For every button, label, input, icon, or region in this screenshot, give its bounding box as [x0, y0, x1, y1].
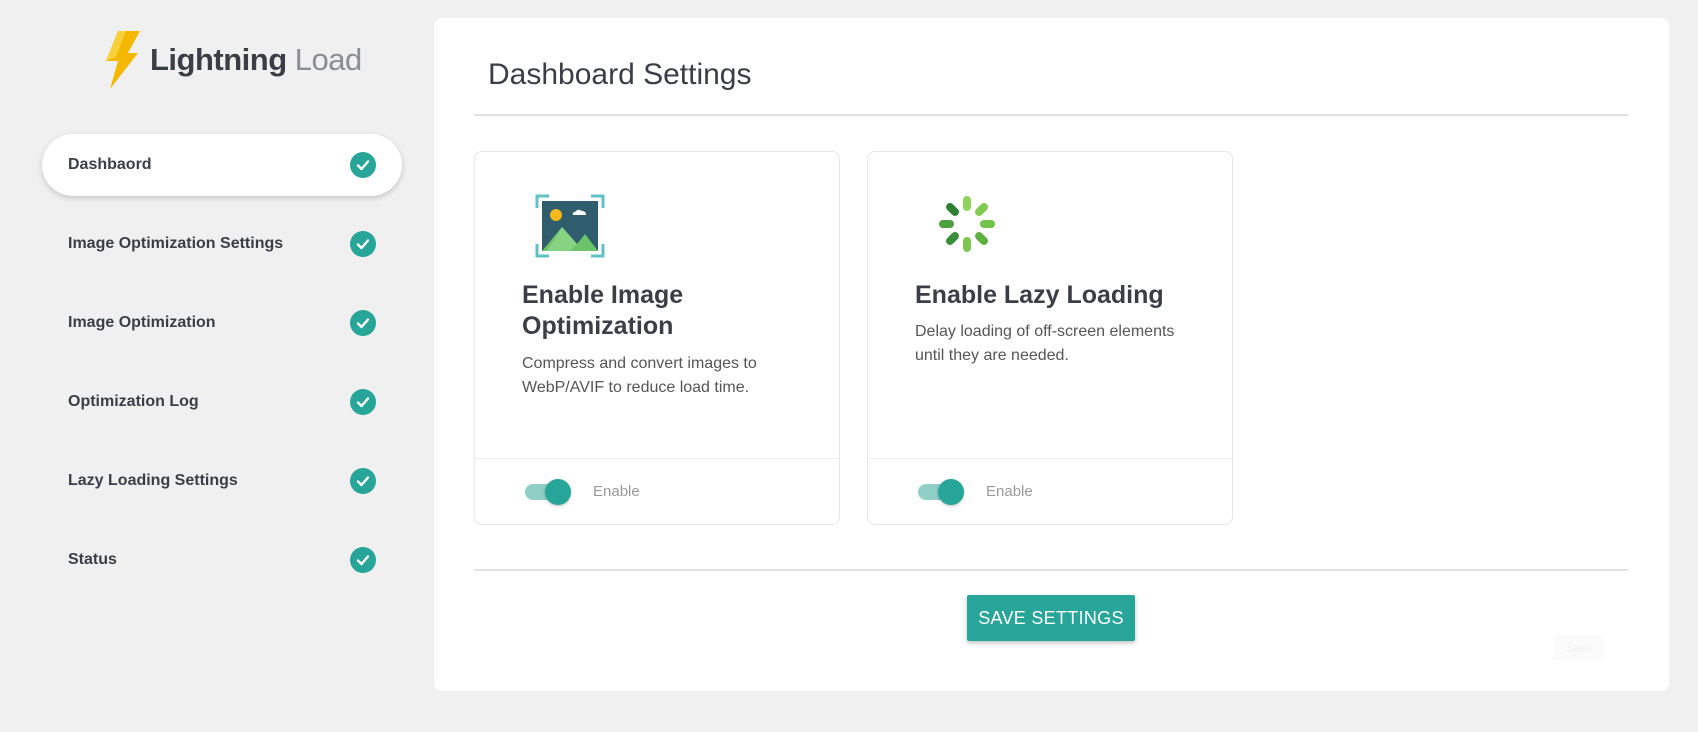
card-title: Enable Lazy Loading — [915, 281, 1164, 309]
card-footer: Enable — [475, 458, 839, 524]
card-description: Compress and convert images to WebP/AVIF… — [522, 355, 757, 396]
image-optimization-card: Enable Image Optimization Compress and c… — [474, 151, 840, 525]
sidebar-item-label: Image Optimization — [68, 314, 216, 331]
divider — [474, 114, 1628, 116]
toggle-knob — [545, 478, 571, 505]
image-icon — [535, 194, 605, 258]
page-title: Dashboard Settings — [488, 58, 752, 91]
toggle-label: Enable — [593, 483, 640, 500]
check-circle-icon — [350, 152, 376, 178]
save-button[interactable]: Save — [1554, 635, 1604, 660]
sidebar-item-lazy-loading-settings[interactable]: Lazy Loading Settings — [42, 450, 402, 512]
card-description: Delay loading of off-screen elements unt… — [915, 323, 1175, 364]
lightning-bolt-icon — [106, 31, 140, 89]
sidebar-item-optimization-log[interactable]: Optimization Log — [42, 371, 402, 433]
toggle-label: Enable — [986, 483, 1033, 500]
brand-name-part2: Load — [294, 42, 362, 77]
sidebar-item-dashboard[interactable]: Dashbaord — [42, 134, 402, 196]
divider — [474, 569, 1628, 571]
check-circle-icon — [350, 468, 376, 494]
sidebar: Lightning Load Dashbaord Image Optimizat… — [0, 0, 434, 732]
save-settings-button[interactable]: SAVE SETTINGS — [967, 595, 1135, 641]
check-circle-icon — [350, 389, 376, 415]
sidebar-item-image-optimization-settings[interactable]: Image Optimization Settings — [42, 213, 402, 275]
check-circle-icon — [350, 310, 376, 336]
sidebar-item-image-optimization[interactable]: Image Optimization — [42, 292, 402, 354]
brand-name-part1: Lightning — [150, 42, 287, 77]
image-optimization-toggle[interactable] — [525, 478, 571, 505]
brand-logo: Lightning Load — [104, 30, 362, 90]
sidebar-nav: Dashbaord Image Optimization Settings Im… — [42, 134, 402, 608]
sidebar-item-label: Status — [68, 551, 117, 568]
settings-panel: Dashboard Settings Enable Image Optimiza… — [434, 18, 1669, 691]
app-window: Lightning Load Dashbaord Image Optimizat… — [0, 0, 1698, 732]
sidebar-item-status[interactable]: Status — [42, 529, 402, 591]
card-title: Enable Image Optimization — [522, 281, 684, 340]
toggle-knob — [938, 478, 964, 505]
brand-name: Lightning Load — [150, 42, 362, 78]
sidebar-item-label: Image Optimization Settings — [68, 235, 284, 252]
sidebar-item-label: Lazy Loading Settings — [68, 472, 238, 489]
sidebar-item-label: Dashbaord — [68, 156, 152, 173]
card-footer: Enable — [868, 458, 1232, 524]
spinner-icon — [939, 196, 995, 252]
check-circle-icon — [350, 547, 376, 573]
sidebar-item-label: Optimization Log — [68, 393, 199, 410]
lazy-loading-card: Enable Lazy Loading Delay loading of off… — [867, 151, 1233, 525]
lazy-loading-toggle[interactable] — [918, 478, 964, 505]
check-circle-icon — [350, 231, 376, 257]
